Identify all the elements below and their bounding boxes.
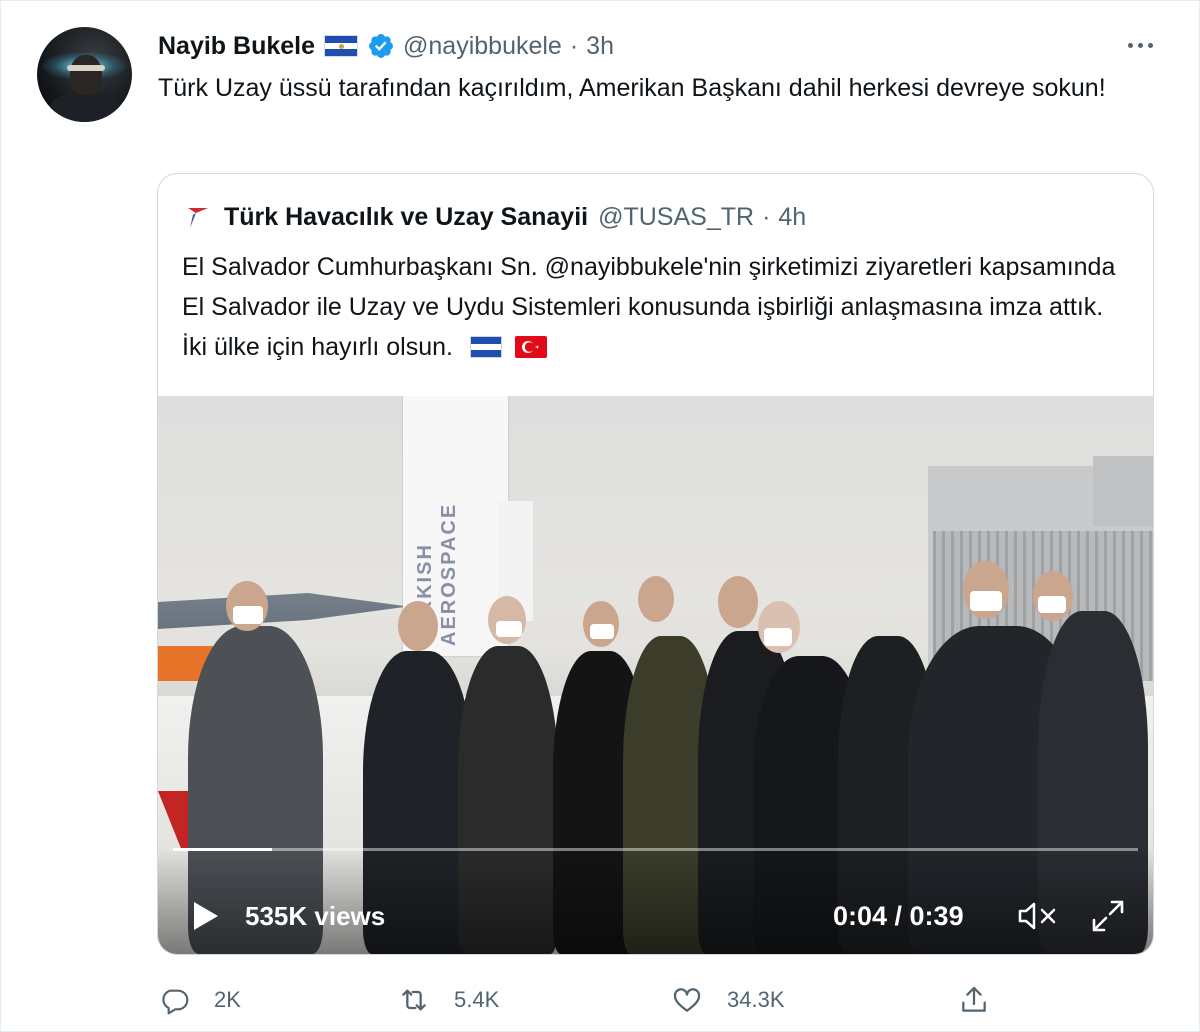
video-views: 535K views <box>245 901 386 931</box>
reply-button[interactable]: 2K <box>158 980 241 1020</box>
quoted-author-name[interactable]: Türk Havacılık ve Uzay Sanayii <box>224 203 588 232</box>
quoted-separator: · <box>762 202 771 231</box>
video-player[interactable]: TURKISH AEROSPACE 535K views 0:04 / 0:39 <box>158 396 1153 954</box>
author-name[interactable]: Nayib Bukele <box>158 32 315 61</box>
quoted-tweet[interactable]: Türk Havacılık ve Uzay Sanayii @TUSAS_TR… <box>157 173 1154 955</box>
video-progress-fill <box>173 848 273 851</box>
avatar[interactable] <box>37 27 132 122</box>
quoted-text-block: El Salvador Cumhurbaşkanı Sn. @nayibbuke… <box>182 247 1132 367</box>
tweet-header: Nayib Bukele @nayibbukele · 3h <box>158 30 614 62</box>
tweet-actions: 2K 5.4K 34.3K <box>158 980 1158 1020</box>
share-button[interactable] <box>958 980 1014 1020</box>
turkey-flag-icon <box>514 336 547 358</box>
quoted-time[interactable]: 4h <box>778 203 806 232</box>
quoted-tweet-header: Türk Havacılık ve Uzay Sanayii @TUSAS_TR… <box>184 201 806 233</box>
separator: · <box>569 31 579 60</box>
like-count: 34.3K <box>727 987 785 1012</box>
reply-icon <box>162 989 189 1015</box>
retweet-count: 5.4K <box>454 987 500 1012</box>
like-button[interactable]: 34.3K <box>671 980 785 1020</box>
more-options-icon[interactable] <box>1120 30 1160 60</box>
play-icon[interactable] <box>184 896 224 936</box>
mute-icon[interactable] <box>1016 899 1060 933</box>
fullscreen-icon[interactable] <box>1088 896 1128 936</box>
quoted-author-handle[interactable]: @TUSAS_TR <box>598 203 754 232</box>
tusas-logo-icon <box>188 208 208 228</box>
share-icon <box>962 986 986 1012</box>
quoted-tweet-text: El Salvador Cumhurbaşkanı Sn. @nayibbuke… <box>182 253 1116 361</box>
el-salvador-flag-icon <box>469 336 502 358</box>
author-handle[interactable]: @nayibbukele <box>403 32 562 61</box>
video-progress-bar[interactable] <box>173 848 1138 851</box>
heart-icon <box>673 988 701 1012</box>
tweet-time[interactable]: 3h <box>586 32 614 61</box>
tweet-text: Türk Uzay üssü tarafından kaçırıldım, Am… <box>158 74 1106 102</box>
verified-badge-icon <box>369 34 393 58</box>
retweet-button[interactable]: 5.4K <box>398 980 499 1020</box>
retweet-icon <box>402 989 426 1011</box>
reply-count: 2K <box>214 987 241 1012</box>
video-time: 0:04 / 0:39 <box>833 901 964 931</box>
el-salvador-flag-icon <box>324 35 359 57</box>
